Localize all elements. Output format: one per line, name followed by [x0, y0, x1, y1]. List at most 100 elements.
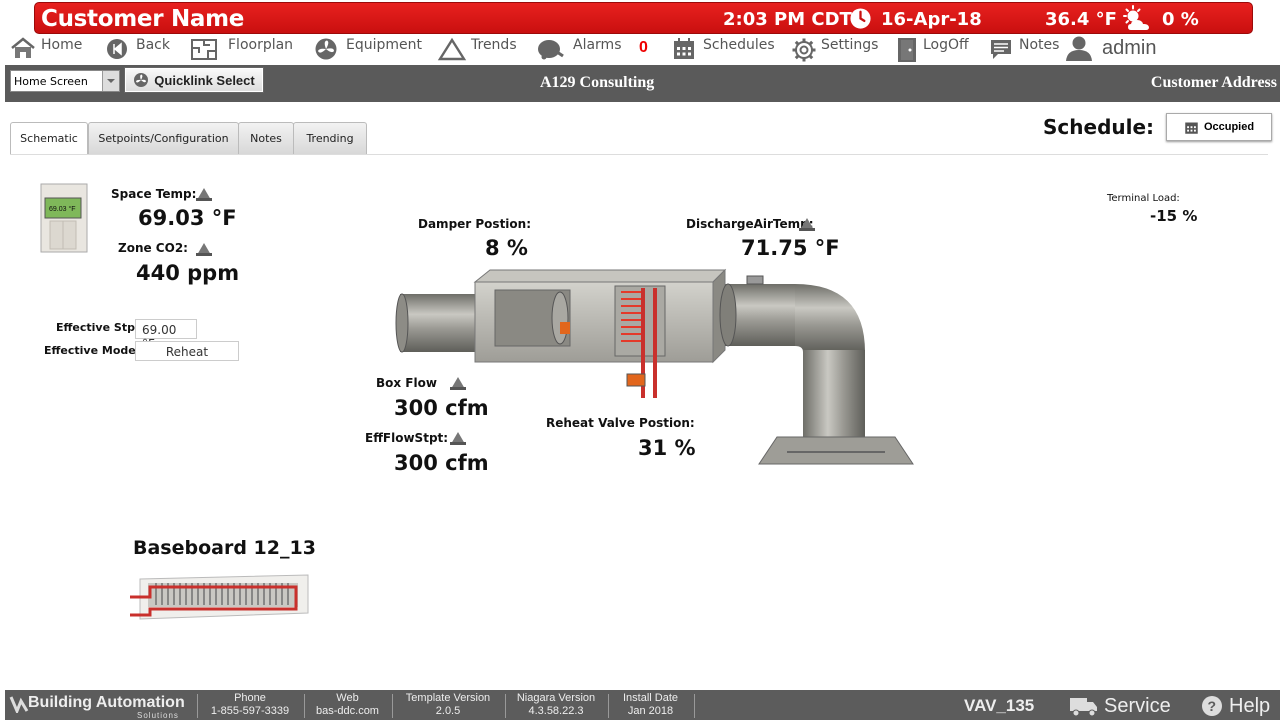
- discharge-air-temp-label: DischargeAirTemp:: [686, 217, 814, 231]
- footer-template-value: 2.0.5: [435, 705, 461, 717]
- footer-phone: Phone 1-855-597-3339: [198, 692, 302, 718]
- service-label: Service: [1104, 694, 1171, 717]
- footer-niagara-version: Niagara Version 4.3.58.22.3: [506, 692, 606, 718]
- outdoor-humidity: 0 %: [1162, 9, 1199, 30]
- nav-notes[interactable]: Notes: [989, 37, 1059, 63]
- fan-icon: [315, 38, 337, 60]
- footer-web[interactable]: Web bas-ddc.com: [305, 692, 390, 718]
- override-icon[interactable]: [195, 186, 213, 201]
- baseboard-title: Baseboard 12_13: [133, 537, 316, 559]
- nav-logoff[interactable]: LogOff: [897, 37, 969, 63]
- chevron-down-icon: [102, 71, 119, 91]
- notes-icon: [991, 40, 1011, 59]
- terminal-load-label: Terminal Load:: [1107, 193, 1180, 204]
- tab-notes[interactable]: Notes: [238, 122, 294, 154]
- eff-flow-stpt-label: EffFlowStpt:: [365, 431, 449, 445]
- svg-text:?: ?: [1208, 698, 1217, 714]
- nav-trends[interactable]: Trends: [437, 37, 517, 63]
- effective-mode-label: Effective Mode:: [44, 344, 141, 357]
- quicklink-select-button[interactable]: Quicklink Select: [124, 67, 264, 93]
- override-icon[interactable]: [449, 430, 467, 445]
- baseboard-heater-graphic[interactable]: [128, 571, 310, 623]
- override-icon[interactable]: [798, 216, 816, 231]
- device-name: VAV_135: [964, 696, 1035, 715]
- space-temp-label: Space Temp:: [111, 187, 197, 201]
- thermostat-icon[interactable]: 69.03 °F: [40, 183, 88, 253]
- nav-back-label: Back: [136, 37, 170, 53]
- nav-schedules-label: Schedules: [703, 37, 775, 53]
- box-flow-label: Box Flow: [376, 376, 437, 390]
- nav-equipment-label: Equipment: [346, 37, 422, 53]
- footer-install-label: Install Date: [622, 692, 679, 704]
- space-temp-value: 69.03 °F: [138, 206, 237, 230]
- eff-flow-stpt-value: 300 cfm: [394, 451, 489, 475]
- nav-floorplan[interactable]: Floorplan: [190, 37, 293, 63]
- discharge-air-temp-value: 71.75 °F: [741, 236, 840, 260]
- nav-settings-label: Settings: [821, 37, 879, 53]
- footer-web-label: Web: [336, 692, 359, 704]
- nav-equipment[interactable]: Equipment: [314, 37, 422, 63]
- tab-divider: [10, 154, 1268, 155]
- footer-install-value: Jan 2018: [627, 705, 674, 717]
- calendar-icon: [1185, 122, 1198, 134]
- company-name: Building Automation: [28, 694, 185, 711]
- header-bar: Customer Name 2:03 PM CDT 16-Apr-18 36.4…: [34, 2, 1253, 34]
- terminal-load-value: -15 %: [1150, 207, 1198, 225]
- clock-icon: [850, 8, 871, 29]
- footer-template-version: Template Version 2.0.5: [393, 692, 503, 718]
- box-flow-value: 300 cfm: [394, 396, 489, 420]
- footer-bar: Building Automation Solutions Phone 1-85…: [5, 690, 1280, 720]
- quicklink-icon: [134, 73, 149, 87]
- effective-stp-field[interactable]: 69.00 °F: [135, 319, 197, 351]
- company-sub: Solutions: [137, 711, 179, 720]
- help-label: Help: [1229, 694, 1271, 717]
- outdoor-temp: 36.4 °F: [1045, 9, 1117, 30]
- customer-name: Customer Name: [41, 6, 245, 32]
- nav-alarms-label: Alarms: [573, 37, 622, 53]
- footer-template-label: Template Version: [405, 692, 491, 704]
- footer-niagara-label: Niagara Version: [516, 692, 596, 704]
- home-screen-select[interactable]: Home Screen: [10, 70, 120, 92]
- vav-graphic-page: Customer Name 2:03 PM CDT 16-Apr-18 36.4…: [0, 0, 1280, 720]
- partly-cloudy-icon: [1123, 5, 1149, 30]
- main-nav: Home Back Floorplan Equipment Trends Ala…: [0, 34, 1280, 65]
- nav-settings[interactable]: Settings: [791, 37, 878, 63]
- footer-phone-label: Phone: [234, 692, 266, 704]
- schedule-label: Schedule:: [1043, 115, 1155, 139]
- trends-icon: [437, 37, 467, 61]
- help-button[interactable]: ? Help: [1201, 693, 1270, 719]
- schedule-status-button[interactable]: Occupied: [1166, 113, 1272, 141]
- tab-trending[interactable]: Trending: [293, 122, 367, 154]
- effective-mode-field[interactable]: Reheat: [135, 341, 239, 361]
- user-icon: [1066, 36, 1092, 61]
- zone-co2-label: Zone CO2:: [118, 241, 188, 255]
- calendar-icon: [674, 38, 694, 59]
- quicklink-label: Quicklink Select: [154, 72, 255, 88]
- damper-position-label: Damper Postion:: [418, 217, 532, 231]
- current-date: 16-Apr-18: [881, 9, 982, 30]
- user-menu[interactable]: admin: [1065, 35, 1156, 61]
- nav-alarms[interactable]: Alarms: [536, 37, 622, 63]
- nav-home[interactable]: Home: [10, 37, 82, 63]
- help-icon: ?: [1202, 696, 1222, 716]
- schedule-status-value: Occupied: [1203, 121, 1255, 133]
- footer-phone-value: 1-855-597-3339: [210, 705, 290, 717]
- nav-notes-label: Notes: [1019, 37, 1060, 53]
- tab-setpoints-configuration[interactable]: Setpoints/Configuration: [88, 122, 239, 154]
- tab-schematic[interactable]: Schematic: [10, 122, 88, 154]
- override-icon[interactable]: [195, 241, 213, 256]
- back-icon: [107, 39, 127, 59]
- effective-stp-label: Effective Stp:: [56, 321, 140, 334]
- nav-schedules[interactable]: Schedules: [672, 37, 775, 63]
- service-button[interactable]: Service: [1069, 693, 1171, 719]
- nav-home-label: Home: [41, 37, 83, 53]
- alarm-bell-icon: [538, 40, 564, 60]
- nav-back[interactable]: Back: [106, 37, 170, 63]
- override-icon[interactable]: [449, 375, 467, 390]
- thermostat-display: 69.03 °F: [49, 205, 76, 213]
- alarms-count-badge[interactable]: 0: [639, 39, 648, 57]
- door-icon: [898, 38, 916, 62]
- zone-co2-value: 440 ppm: [136, 261, 240, 285]
- user-name: admin: [1102, 36, 1157, 59]
- damper-position-value: 8 %: [485, 236, 528, 260]
